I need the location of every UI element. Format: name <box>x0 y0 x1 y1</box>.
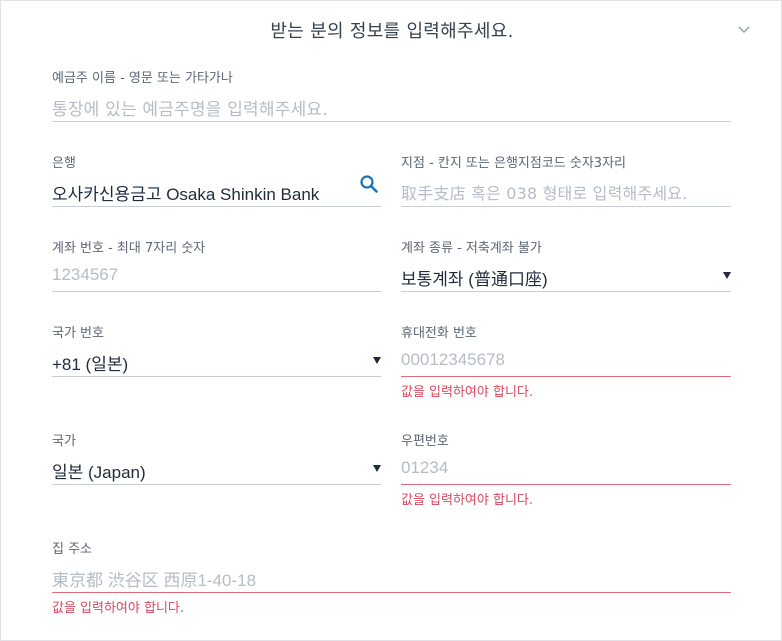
section-title: 받는 분의 정보를 입력해주세요. <box>270 21 514 42</box>
recipient-info-panel: 받는 분의 정보를 입력해주세요. 예금주 이름 - 영문 또는 가타가나 통장… <box>0 0 782 641</box>
bank-value: 오사카신용금고 Osaka Shinkin Bank <box>52 185 320 204</box>
address-input[interactable]: 東京都 渋谷区 西原1-40-18 <box>52 564 731 593</box>
mobile-error: 값을 입력하여야 합니다. <box>401 385 533 400</box>
account-holder-input[interactable]: 통장에 있는 예금주명을 입력해주세요. <box>52 93 731 122</box>
chevron-down-icon[interactable] <box>737 23 751 37</box>
bank-input[interactable]: 오사카신용금고 Osaka Shinkin Bank <box>52 175 381 207</box>
account-holder-placeholder: 통장에 있는 예금주명을 입력해주세요. <box>52 100 328 120</box>
country-code-value: +81 (일본) <box>52 355 129 374</box>
account-type-select[interactable]: 보통계좌 (普通口座) <box>401 263 731 292</box>
account-number-label: 계좌 번호 - 최대 7자리 숫자 <box>52 241 206 256</box>
account-type-label: 계좌 종류 - 저축계좌 불가 <box>401 241 542 256</box>
address-error: 값을 입력하여야 합니다. <box>52 601 184 616</box>
postal-error: 값을 입력하여야 합니다. <box>401 493 533 508</box>
branch-placeholder: 取手支店 혹은 038 형태로 입력해주세요. <box>401 184 688 203</box>
postal-placeholder: 01234 <box>401 458 449 477</box>
postal-label: 우편번호 <box>401 434 449 449</box>
account-type-value: 보통계좌 (普通口座) <box>401 270 548 289</box>
account-number-placeholder: 1234567 <box>52 265 119 284</box>
caret-down-icon <box>723 272 731 279</box>
country-label: 국가 <box>52 434 76 449</box>
caret-down-icon <box>373 465 381 472</box>
country-value: 일본 (Japan) <box>52 463 146 482</box>
branch-label: 지점 - 칸지 또는 은행지점코드 숫자3자리 <box>401 156 626 171</box>
mobile-label: 휴대전화 번호 <box>401 326 477 341</box>
mobile-input[interactable]: 00012345678 <box>401 348 731 377</box>
account-holder-label: 예금주 이름 - 영문 또는 가타가나 <box>52 71 233 86</box>
country-code-select[interactable]: +81 (일본) <box>52 348 381 377</box>
address-label: 집 주소 <box>52 542 93 557</box>
search-icon[interactable] <box>359 174 379 194</box>
country-select[interactable]: 일본 (Japan) <box>52 456 381 485</box>
branch-input[interactable]: 取手支店 혹은 038 형태로 입력해주세요. <box>401 178 731 207</box>
caret-down-icon <box>373 357 381 364</box>
bank-label: 은행 <box>52 156 76 171</box>
mobile-placeholder: 00012345678 <box>401 350 506 369</box>
country-code-label: 국가 번호 <box>52 326 104 341</box>
postal-input[interactable]: 01234 <box>401 456 731 485</box>
address-placeholder: 東京都 渋谷区 西原1-40-18 <box>52 571 257 590</box>
account-number-input[interactable]: 1234567 <box>52 263 381 292</box>
